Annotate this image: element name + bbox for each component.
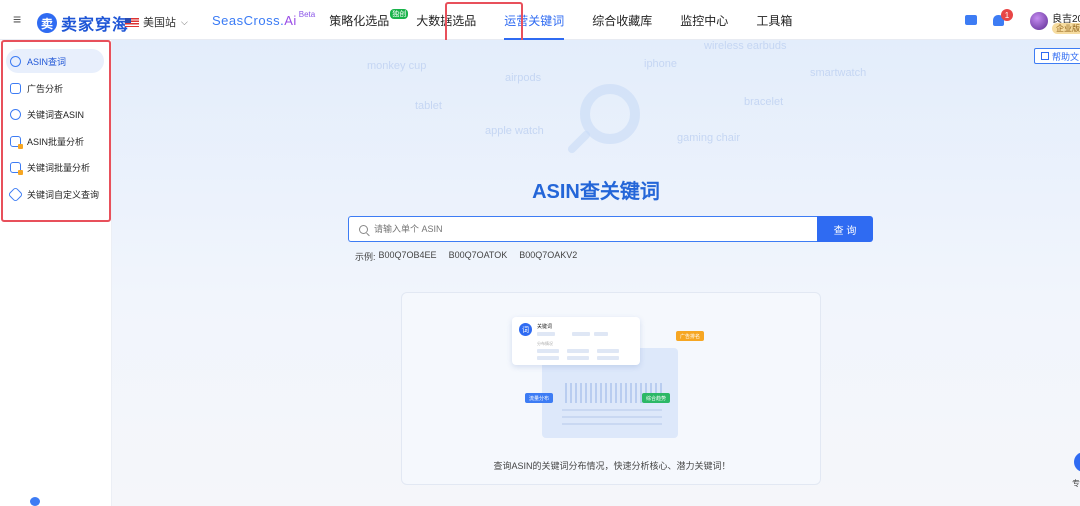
logo-badge: 卖 <box>37 13 57 33</box>
examples-row: 示例: B00Q7OB4EE B00Q7OATOK B00Q7OAKV2 <box>355 250 577 263</box>
magnifier-handle <box>566 129 592 155</box>
sidebar-footer-icon[interactable] <box>30 497 40 506</box>
us-flag-icon <box>125 17 139 27</box>
nav-toolbox-label: 工具箱 <box>756 13 793 28</box>
book-icon[interactable] <box>965 15 977 25</box>
page-title: ASIN查关键词 <box>532 181 660 203</box>
illustration-line <box>562 416 662 418</box>
illustration-bar <box>537 356 559 360</box>
asin-search-input[interactable] <box>374 224 794 234</box>
illustration-bar <box>597 356 619 360</box>
illustration-bar <box>567 356 589 360</box>
logo[interactable]: 卖 卖家穿海 <box>37 11 129 35</box>
main-content: wireless earbuds airpods iphone smartwat… <box>112 40 1080 506</box>
card-caption: 查询ASIN的关键词分布情况，快速分析核心、潜力关键词！ <box>493 461 731 471</box>
feature-card: 词 关键词 分布情况 广告排名 流量分布 综合趋势 查询ASIN的关键词分布情况… <box>401 292 821 485</box>
bg-keyword: smartwatch <box>810 67 867 79</box>
help-doc-button[interactable]: 帮助文 <box>1034 48 1080 64</box>
nav-monitor-label: 监控中心 <box>680 13 729 28</box>
site-label: 美国站 <box>143 17 176 29</box>
illustration-bar <box>572 332 590 336</box>
illustration-line <box>562 423 662 425</box>
illustration-bar <box>597 349 619 353</box>
query-button[interactable]: 查 询 <box>817 216 873 242</box>
ad-rank-tag: 广告排名 <box>676 331 705 341</box>
highlight-box-nav <box>445 2 523 44</box>
illustration-line <box>562 409 662 411</box>
illustration-bar <box>567 349 589 353</box>
nav-seascross-label: SeasCross. <box>212 12 285 28</box>
notification-badge: 1 <box>1001 9 1013 21</box>
nav-seascross-ai: Ai <box>284 12 297 28</box>
doc-icon <box>1041 52 1049 60</box>
bg-keyword: wireless earbuds <box>704 40 787 52</box>
menu-icon[interactable]: ≡ <box>13 12 25 26</box>
search-box <box>348 216 818 242</box>
exclusive-badge: 独创 <box>390 9 409 19</box>
illustration-bar <box>537 332 555 336</box>
bg-keyword: gaming chair <box>677 132 740 144</box>
example-asin-link[interactable]: B00Q7OAKV2 <box>519 250 577 263</box>
bg-keyword: tablet <box>415 100 442 112</box>
bg-keyword: iphone <box>644 58 678 70</box>
site-selector[interactable]: 美国站 ⌵ <box>125 14 188 30</box>
nav-strategy-selection-label: 策略化选品 <box>329 13 390 28</box>
nav-collection-label: 综合收藏库 <box>592 13 653 28</box>
nav-seascross[interactable]: SeasCross.Ai Beta <box>212 0 315 40</box>
bg-keyword: apple watch <box>485 125 544 137</box>
nav-strategy-selection[interactable]: 策略化选品 独创 <box>329 0 409 40</box>
nav-monitor[interactable]: 监控中心 <box>680 0 728 40</box>
illustration-subtitle: 分布情况 <box>537 341 553 346</box>
highlight-box-sidebar <box>1 40 111 222</box>
help-doc-label: 帮助文 <box>1052 51 1080 62</box>
nav-toolbox[interactable]: 工具箱 <box>756 0 792 40</box>
search-icon <box>359 224 368 234</box>
logo-text: 卖家穿海 <box>61 17 130 34</box>
top-bar: ≡ 卖 卖家穿海 美国站 ⌵ SeasCross.Ai Beta 策略化选品 独… <box>0 0 1080 40</box>
floating-service-label[interactable]: 专 <box>1072 478 1080 489</box>
example-asin-link[interactable]: B00Q7OATOK <box>449 250 508 263</box>
keyword-icon: 词 <box>519 323 532 336</box>
beta-badge: Beta <box>298 9 316 19</box>
traffic-tag: 流量分布 <box>525 393 554 403</box>
chevron-down-icon: ⌵ <box>181 16 188 27</box>
user-plan-badge: 企业版 <box>1052 23 1080 34</box>
bg-keyword: airpods <box>505 72 542 84</box>
illustration-bar <box>537 349 559 353</box>
illustration-title: 关键词 <box>537 324 553 330</box>
illustration-bar <box>594 332 608 336</box>
example-asin-link[interactable]: B00Q7OB4EE <box>379 250 437 263</box>
bg-keyword: bracelet <box>744 96 784 108</box>
nav-collection[interactable]: 综合收藏库 <box>592 0 652 40</box>
bg-keyword: monkey cup <box>367 60 427 72</box>
illustration-front-panel: 词 关键词 分布情况 <box>512 317 640 365</box>
avatar[interactable] <box>1030 12 1048 30</box>
trend-tag: 综合趋势 <box>642 393 671 403</box>
examples-label: 示例: <box>355 252 376 262</box>
